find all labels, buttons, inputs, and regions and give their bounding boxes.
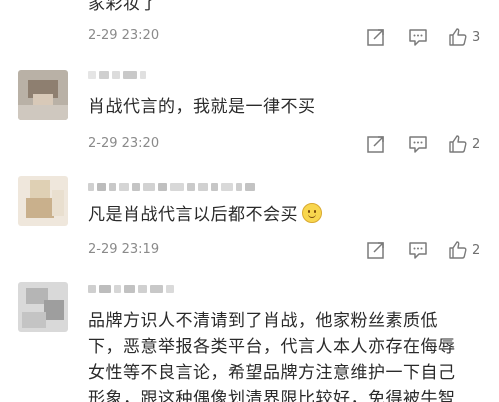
comment-icon[interactable] xyxy=(407,133,429,155)
comment-actions: 2 xyxy=(365,239,480,261)
comment-feed: 家彩妆了 2-29 23:20 3 肖战代言的，我就是一律不买 2-29 23:… xyxy=(0,0,499,402)
comment-actions: 3 xyxy=(365,26,480,48)
like-icon[interactable] xyxy=(447,26,469,48)
comment-text-line: 品牌方识人不清请到了肖战，他家粉丝素质低 xyxy=(88,311,438,331)
comment-text-line: 形象，跟这种偶像划清界限比较好，免得被牛智 xyxy=(88,389,456,402)
comment-item: 家彩妆了 2-29 23:20 3 xyxy=(0,0,499,55)
comment-text: 家彩妆了 xyxy=(88,0,158,14)
like-icon[interactable] xyxy=(447,133,469,155)
comment-item: 凡是肖战代言以后都不会买 2-29 23:19 2 xyxy=(0,170,499,262)
comment-time: 2-29 23:19 xyxy=(88,242,160,257)
comment-actions: 2 xyxy=(365,133,480,155)
username-blurred[interactable] xyxy=(88,68,146,82)
comment-text-line: 女性等不良言论，希望品牌方注意维护一下自己 xyxy=(88,363,456,383)
comment-text-row: 凡是肖战代言以后都不会买 xyxy=(88,202,470,228)
like-count: 3 xyxy=(472,29,481,45)
comment-text-line: 下，恶意举报各类平台，代言人本人亦存在侮辱 xyxy=(88,337,456,357)
comment-icon[interactable] xyxy=(407,239,429,261)
like-count: 2 xyxy=(472,242,481,258)
share-icon[interactable] xyxy=(365,239,387,261)
smile-emoji-icon xyxy=(302,203,322,223)
like-icon[interactable] xyxy=(447,239,469,261)
share-icon[interactable] xyxy=(365,133,387,155)
username-blurred[interactable] xyxy=(88,180,255,194)
avatar[interactable] xyxy=(18,282,68,332)
avatar[interactable] xyxy=(18,176,68,226)
like-count: 2 xyxy=(472,136,481,152)
comment-text: 肖战代言的，我就是一律不买 xyxy=(88,97,316,117)
comment-time: 2-29 23:20 xyxy=(88,28,160,43)
comment-item: 品牌方识人不清请到了肖战，他家粉丝素质低 下，恶意举报各类平台，代言人本人亦存在… xyxy=(0,270,499,402)
comment-time: 2-29 23:20 xyxy=(88,136,160,151)
share-icon[interactable] xyxy=(365,26,387,48)
comment-item: 肖战代言的，我就是一律不买 2-29 23:20 2 xyxy=(0,62,499,162)
username-blurred[interactable] xyxy=(88,282,174,296)
comment-text: 凡是肖战代言以后都不会买 xyxy=(88,205,298,225)
comment-icon[interactable] xyxy=(407,26,429,48)
comment-text-block: 品牌方识人不清请到了肖战，他家粉丝素质低 下，恶意举报各类平台，代言人本人亦存在… xyxy=(88,308,470,402)
avatar[interactable] xyxy=(18,70,68,120)
